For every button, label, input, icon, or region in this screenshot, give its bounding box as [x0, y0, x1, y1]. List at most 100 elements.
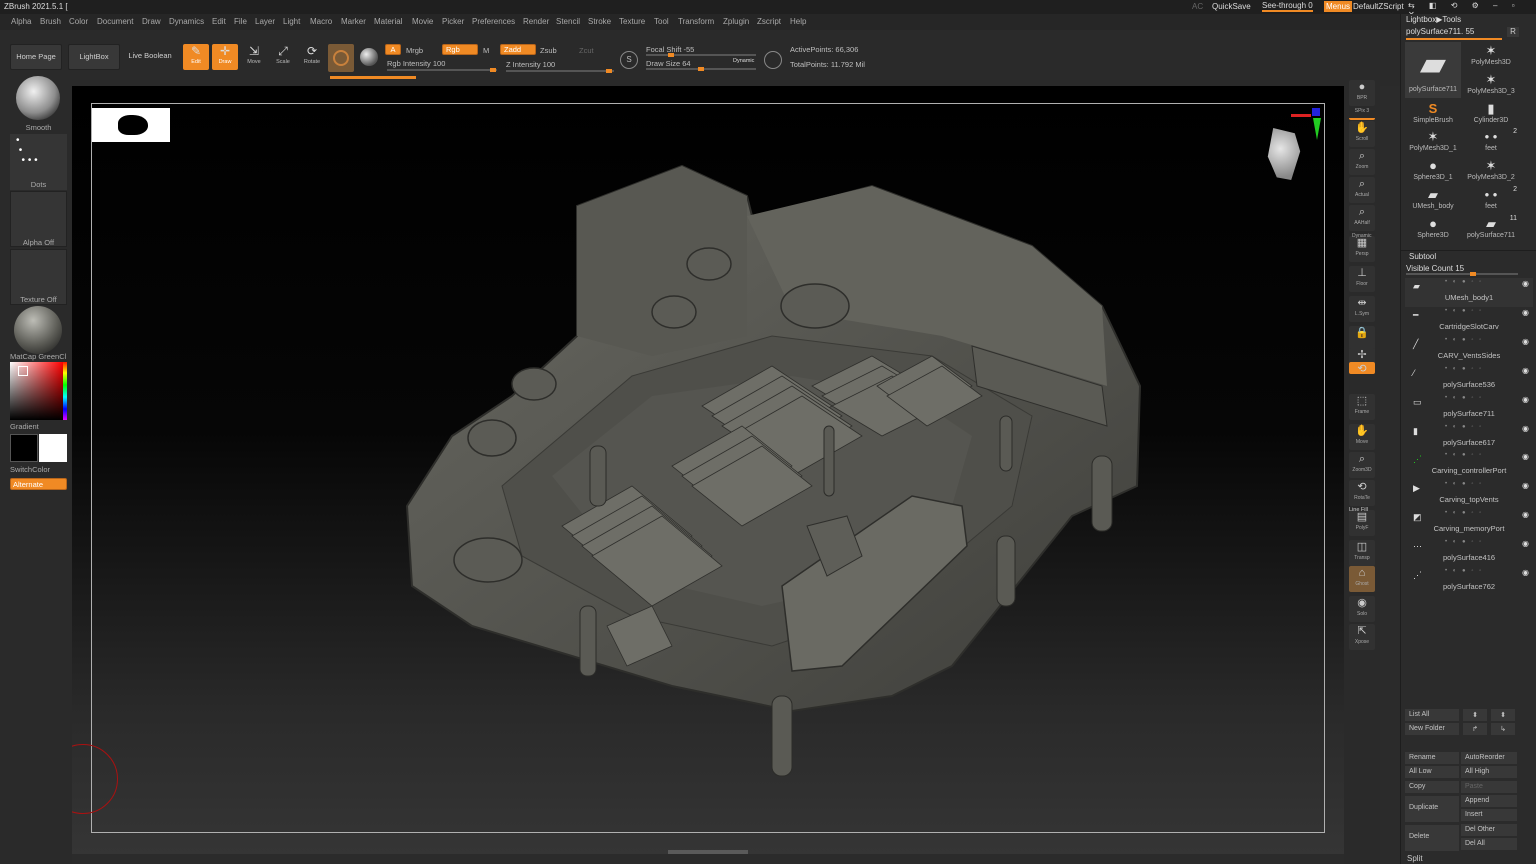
eye-icon[interactable]: ◉ — [1522, 395, 1529, 404]
current-brush-button[interactable] — [328, 44, 354, 72]
menu-tool[interactable]: Tool — [654, 17, 669, 26]
tool-item[interactable]: ▰ polySurface711 — [1405, 42, 1461, 98]
canvas-viewport[interactable] — [72, 86, 1344, 854]
shelf-move-button[interactable]: ✋ Move — [1349, 424, 1375, 450]
default-zscript-button[interactable]: DefaultZScript — [1353, 2, 1404, 11]
subtool-item[interactable]: ◩ • ◐ ● ◦ ◦ ◉ Carving_memoryPort — [1405, 509, 1533, 538]
subtool-toggles[interactable]: • ◐ ● ◦ ◦ — [1445, 366, 1483, 372]
z-intensity-slider[interactable] — [506, 69, 614, 73]
menu-marker[interactable]: Marker — [341, 17, 366, 26]
list-all-button[interactable]: List All — [1405, 709, 1459, 721]
folder-in-button[interactable]: ↱ — [1463, 723, 1487, 735]
subtool-item[interactable]: ╱ • ◐ ● ◦ ◦ ◉ CARV_VentsSides — [1405, 336, 1533, 365]
mesh-model[interactable] — [72, 86, 1344, 854]
menu-zplugin[interactable]: Zplugin — [723, 17, 749, 26]
zcut-toggle[interactable]: Zcut — [579, 46, 594, 55]
tool-item[interactable]: ▮ Cylinder3D — [1463, 100, 1519, 128]
menu-light[interactable]: Light — [283, 17, 300, 26]
rgb-toggle[interactable]: Rgb — [442, 44, 478, 55]
mrgb-toggle[interactable]: Mrgb — [406, 46, 423, 55]
menu-stencil[interactable]: Stencil — [556, 17, 580, 26]
shelf-l-sym-button[interactable]: ⇹ L.Sym — [1349, 296, 1375, 322]
move-up-button[interactable]: ⬍ — [1463, 709, 1487, 721]
tool-item[interactable]: ● Sphere3D — [1405, 215, 1461, 243]
rgb-intensity-slider[interactable] — [387, 68, 497, 72]
subtool-toggles[interactable]: • ◐ ● ◦ ◦ — [1445, 395, 1483, 401]
tool-item[interactable]: ✶ PolyMesh3D — [1463, 42, 1519, 70]
menus-button[interactable]: Menus — [1324, 1, 1353, 12]
shelf-spix-3-button[interactable]: SPix 3 — [1349, 108, 1375, 120]
shelf-zoom3d-button[interactable]: ⌕ Zoom3D — [1349, 452, 1375, 478]
menu-file[interactable]: File — [234, 17, 247, 26]
focal-shift-slider[interactable] — [646, 53, 756, 57]
eye-icon[interactable]: ◉ — [1522, 279, 1529, 288]
shelf-ghost-button[interactable]: ⌂ Ghost — [1349, 566, 1375, 592]
move-button[interactable]: ⇲ Move — [241, 44, 267, 70]
material-sphere-icon[interactable] — [360, 48, 378, 66]
subtool-toggles[interactable]: • ◐ ● ◦ ◦ — [1445, 510, 1483, 516]
new-folder-button[interactable]: New Folder — [1405, 723, 1459, 735]
shelf-actual-button[interactable]: ⌕ Actual — [1349, 177, 1375, 203]
folder-out-button[interactable]: ↳ — [1491, 723, 1515, 735]
rotate-button[interactable]: ⟳ Rotate — [299, 44, 325, 70]
shelf-scroll-button[interactable]: ✋ Scroll — [1349, 121, 1375, 147]
duplicate-button[interactable]: Duplicate — [1405, 796, 1459, 822]
menu-movie[interactable]: Movie — [412, 17, 433, 26]
shelf-polyf-button[interactable]: ▤ PolyF — [1349, 510, 1375, 536]
subtool-toggles[interactable]: • ◐ ● ◦ ◦ — [1445, 539, 1483, 545]
menu-macro[interactable]: Macro — [310, 17, 332, 26]
delete-button[interactable]: Delete — [1405, 825, 1459, 851]
shelf-transp-button[interactable]: ◫ Transp — [1349, 540, 1375, 566]
subtool-item[interactable]: ⋰ • ◐ ● ◦ ◦ ◉ Carving_controllerPort — [1405, 451, 1533, 480]
lightbox-button[interactable]: LightBox — [68, 44, 120, 70]
menu-document[interactable]: Document — [97, 17, 133, 26]
menu-render[interactable]: Render — [523, 17, 549, 26]
zsub-toggle[interactable]: Zsub — [540, 46, 557, 55]
live-boolean-button[interactable]: Live Boolean — [124, 44, 176, 70]
tool-item[interactable]: ● Sphere3D_1 — [1405, 157, 1461, 185]
dynamic-toggle[interactable]: Dynamic — [733, 58, 754, 64]
subtool-item[interactable]: ▮ • ◐ ● ◦ ◦ ◉ polySurface617 — [1405, 423, 1533, 452]
subtool-toggles[interactable]: • ◐ ● ◦ ◦ — [1445, 308, 1483, 314]
subtool-item[interactable]: ⋰ • ◐ ● ◦ ◦ ◉ polySurface762 — [1405, 567, 1533, 596]
all-high-button[interactable]: All High — [1461, 766, 1517, 778]
tool-slider-bar[interactable] — [1406, 38, 1502, 40]
menu-preferences[interactable]: Preferences — [472, 17, 515, 26]
eye-icon[interactable]: ◉ — [1522, 539, 1529, 548]
subtool-item[interactable]: ▶ • ◐ ● ◦ ◦ ◉ Carving_topVents — [1405, 480, 1533, 509]
switch-color-button[interactable]: SwitchColor — [10, 465, 67, 474]
tool-item[interactable]: S SimpleBrush — [1405, 100, 1461, 128]
shelf-bpr-button[interactable]: ● BPR — [1349, 80, 1375, 106]
menu-layer[interactable]: Layer — [255, 17, 275, 26]
main-color-swatch[interactable] — [10, 434, 38, 462]
bottom-tray-handle[interactable] — [668, 850, 748, 854]
visible-count-slider[interactable] — [1406, 272, 1518, 276]
subtool-item[interactable]: ▭ • ◐ ● ◦ ◦ ◉ polySurface711 — [1405, 394, 1533, 423]
tool-item[interactable]: ✶ PolyMesh3D_2 — [1463, 157, 1519, 185]
menu-material[interactable]: Material — [374, 17, 402, 26]
menu-color[interactable]: Color — [69, 17, 88, 26]
rename-button[interactable]: Rename — [1405, 752, 1459, 764]
del-all-button[interactable]: Del All — [1461, 838, 1517, 850]
menu-brush[interactable]: Brush — [40, 17, 61, 26]
draw-size-slider[interactable] — [646, 67, 756, 71]
shelf-rotate-button[interactable]: ⟲ — [1349, 362, 1375, 375]
menu-help[interactable]: Help — [790, 17, 806, 26]
subtool-item[interactable]: ⋯ • ◐ ● ◦ ◦ ◉ polySurface416 — [1405, 538, 1533, 567]
insert-button[interactable]: Insert — [1461, 809, 1517, 821]
menu-stroke[interactable]: Stroke — [588, 17, 611, 26]
subtool-item[interactable]: ⁄ • ◐ ● ◦ ◦ ◉ polySurface536 — [1405, 365, 1533, 394]
menu-zscript[interactable]: Zscript — [757, 17, 781, 26]
subtool-toggles[interactable]: • ◐ ● ◦ ◦ — [1445, 481, 1483, 487]
tool-item[interactable]: ▰ polySurface711 11 — [1463, 215, 1519, 243]
eye-icon[interactable]: ◉ — [1522, 424, 1529, 433]
menu-draw[interactable]: Draw — [142, 17, 161, 26]
subtool-toggles[interactable]: • ◐ ● ◦ ◦ — [1445, 452, 1483, 458]
shelf-zoom-button[interactable]: ⌕ Zoom — [1349, 149, 1375, 175]
tool-item[interactable]: ✶ PolyMesh3D_3 — [1463, 71, 1519, 99]
subtool-toggles[interactable]: • ◐ ● ◦ ◦ — [1445, 424, 1483, 430]
shelf-rotate-button[interactable]: ⟲ RotaTe — [1349, 480, 1375, 506]
eye-icon[interactable]: ◉ — [1522, 366, 1529, 375]
shelf-floor-button[interactable]: ⊥ Floor — [1349, 266, 1375, 292]
quicksave-button[interactable]: QuickSave — [1212, 2, 1251, 11]
